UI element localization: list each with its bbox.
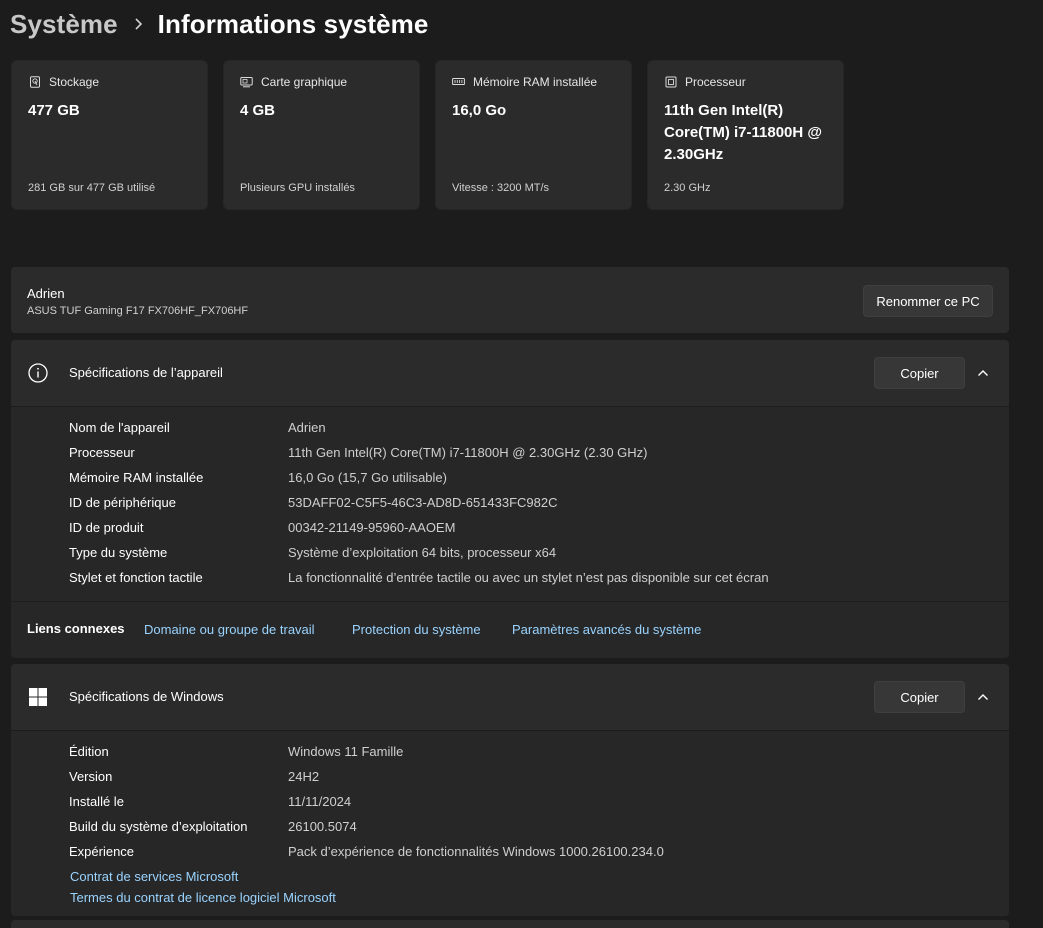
ram-icon — [452, 76, 465, 89]
spec-label: Installé le — [69, 794, 124, 809]
card-sub: 281 GB sur 477 GB utilisé — [28, 182, 156, 194]
device-model: ASUS TUF Gaming F17 FX706HF_FX706HF — [27, 305, 249, 317]
device-panel: Adrien ASUS TUF Gaming F17 FX706HF_FX706… — [11, 267, 1009, 333]
card-label: Stockage — [49, 75, 100, 89]
spec-value: Pack d’expérience de fonctionnalités Win… — [288, 844, 664, 859]
card-label: Mémoire RAM installée — [473, 75, 598, 89]
card-sub: Vitesse : 3200 MT/s — [452, 182, 550, 194]
ram-card[interactable]: Mémoire RAM installée 16,0 Go Vitesse : … — [435, 60, 632, 210]
spec-label: Build du système d’exploitation — [69, 819, 248, 834]
chevron-up-icon[interactable] — [975, 689, 991, 705]
card-label: Processeur — [685, 75, 746, 89]
spec-value: 16,0 Go (15,7 Go utilisable) — [288, 470, 447, 485]
spec-label: Expérience — [69, 844, 135, 859]
device-specs-header[interactable]: Spécifications de l’appareil Copier — [11, 340, 1009, 406]
info-icon — [27, 362, 49, 384]
spec-value: Windows 11 Famille — [288, 744, 404, 759]
spec-label: Mémoire RAM installée — [69, 470, 204, 485]
device-specs-body: Nom de l'appareil Adrien Processeur 11th… — [11, 406, 1009, 601]
copy-windows-specs-button[interactable]: Copier — [874, 681, 965, 713]
spec-label: Édition — [69, 744, 109, 759]
processor-icon — [664, 76, 677, 89]
spec-value: La fonctionnalité d’entrée tactile ou av… — [288, 570, 769, 585]
related-links: Liens connexes Domaine ou groupe de trav… — [11, 601, 1009, 658]
system-info-page: Système Informations système Stockage 47… — [0, 0, 1043, 928]
copy-device-specs-button[interactable]: Copier — [874, 357, 965, 389]
advanced-system-settings-link[interactable]: Paramètres avancés du système — [512, 622, 701, 637]
card-sub: Plusieurs GPU installés — [240, 182, 355, 194]
card-value-line: Core(TM) i7-11800H @ — [664, 124, 823, 141]
spec-value: Adrien — [288, 420, 326, 435]
storage-icon — [28, 76, 41, 89]
device-specs-title: Spécifications de l’appareil — [69, 365, 223, 380]
microsoft-services-agreement-link[interactable]: Contrat de services Microsoft — [70, 869, 238, 884]
next-panel-edge — [11, 920, 1009, 928]
page-title: Informations système — [157, 8, 429, 39]
windows-logo-icon — [27, 686, 49, 708]
spec-value: 00342-21149-95960-AAOEM — [288, 520, 456, 535]
breadcrumb-chevron-icon — [134, 17, 144, 31]
spec-label: Version — [69, 769, 113, 784]
domain-workgroup-link[interactable]: Domaine ou groupe de travail — [144, 622, 315, 637]
spec-label: Type du système — [69, 545, 168, 560]
processor-card[interactable]: Processeur 11th Gen Intel(R) Core(TM) i7… — [647, 60, 844, 210]
spec-label: ID de produit — [69, 520, 144, 535]
breadcrumb: Système Informations système — [10, 4, 428, 44]
spec-label: Stylet et fonction tactile — [69, 570, 203, 585]
card-value-line: 2.30GHz — [664, 146, 724, 163]
card-value: 477 GB — [28, 102, 80, 119]
spec-value: Système d’exploitation 64 bits, processe… — [288, 545, 557, 560]
system-protection-link[interactable]: Protection du système — [352, 622, 481, 637]
card-sub: 2.30 GHz — [664, 182, 711, 194]
spec-value: 24H2 — [288, 769, 320, 784]
spec-label: ID de périphérique — [69, 495, 176, 510]
spec-label: Processeur — [69, 445, 135, 460]
windows-specs-header[interactable]: Spécifications de Windows Copier — [11, 664, 1009, 730]
storage-card[interactable]: Stockage 477 GB 281 GB sur 477 GB utilis… — [11, 60, 208, 210]
spec-value: 11/11/2024 — [288, 794, 352, 809]
spec-value: 26100.5074 — [288, 819, 357, 834]
spec-value: 53DAFF02-C5F5-46C3-AD8D-651433FC982C — [288, 495, 558, 510]
card-value: 11th Gen Intel(R) Core(TM) i7-11800H @ 2… — [664, 100, 827, 166]
graphics-card-icon — [240, 76, 253, 89]
microsoft-license-terms-link[interactable]: Termes du contrat de licence logiciel Mi… — [70, 890, 336, 905]
related-links-label: Liens connexes — [27, 621, 125, 636]
windows-specs-title: Spécifications de Windows — [69, 689, 224, 704]
chevron-up-icon[interactable] — [975, 365, 991, 381]
spec-value: 11th Gen Intel(R) Core(TM) i7-11800H @ 2… — [288, 445, 648, 460]
card-label: Carte graphique — [261, 75, 348, 89]
rename-pc-button[interactable]: Renommer ce PC — [863, 285, 993, 317]
breadcrumb-parent[interactable]: Système — [10, 9, 118, 40]
graphics-card-card[interactable]: Carte graphique 4 GB Plusieurs GPU insta… — [223, 60, 420, 210]
windows-specs-body: Édition Windows 11 Famille Version 24H2 … — [11, 730, 1009, 916]
card-value-line: 11th Gen Intel(R) — [664, 102, 784, 119]
card-value: 4 GB — [240, 102, 276, 119]
card-value: 16,0 Go — [452, 102, 507, 119]
device-name: Adrien — [27, 286, 65, 301]
spec-label: Nom de l'appareil — [69, 420, 170, 435]
